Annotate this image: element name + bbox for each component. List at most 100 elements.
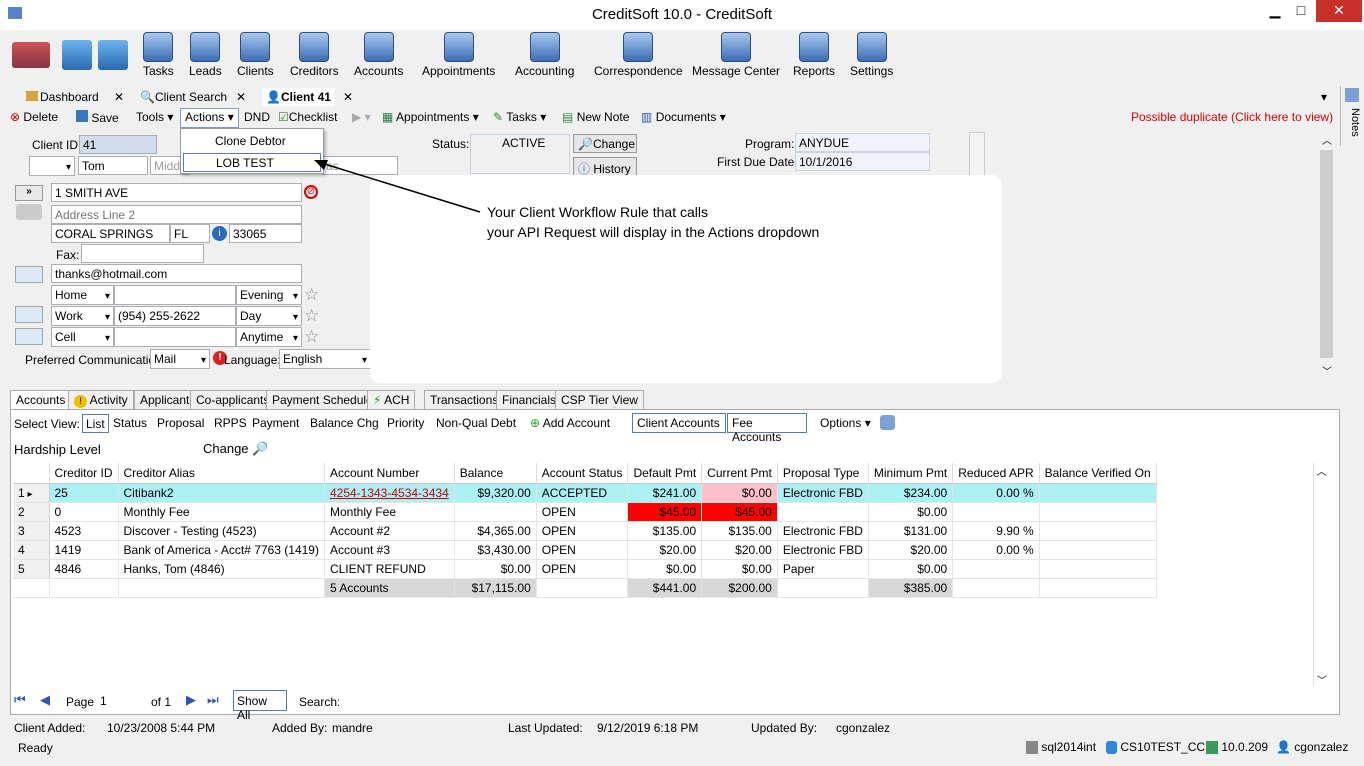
grid-corner-icon[interactable] [13, 463, 50, 484]
state-field[interactable] [170, 224, 210, 243]
email-field[interactable] [51, 264, 302, 283]
ribbon-appointments-button[interactable]: Appointments [422, 32, 495, 78]
grid-scrollbar[interactable]: ︿ ﹀ [1313, 463, 1329, 687]
scroll-up-icon[interactable]: ︿ [1319, 132, 1335, 147]
city-field[interactable] [51, 224, 170, 243]
tab-client-41[interactable]: 👤Client 41 [262, 88, 335, 106]
view-list[interactable]: List [82, 414, 109, 433]
new-note-button[interactable]: ▤ New Note [562, 110, 629, 124]
history-button[interactable]: ⓘ History [573, 157, 637, 176]
tab-financials[interactable]: Financials [496, 390, 563, 410]
prev-page-icon[interactable]: ◀ [40, 692, 50, 708]
phone-number-field[interactable] [114, 327, 236, 347]
tab-activity[interactable]: ! Activity [68, 390, 134, 410]
phone-book-icon[interactable] [15, 328, 43, 345]
view-payment[interactable]: Payment [249, 414, 302, 433]
view-balance-chg[interactable]: Balance Chg [307, 414, 382, 433]
refresh-icon[interactable] [880, 415, 895, 430]
view-status[interactable]: Status [110, 414, 150, 433]
contact-time-select[interactable]: Day ▾ [236, 306, 302, 326]
phone-type-select[interactable]: Home ▾ [51, 285, 114, 305]
tab-co-applicants[interactable]: Co-applicants [190, 390, 276, 410]
grid-cell[interactable]: 4254-1343-4534-3434 [324, 483, 455, 503]
close-tab-client-search-icon[interactable]: ✕ [236, 88, 246, 106]
scroll-thumb[interactable] [1320, 150, 1333, 358]
column-header[interactable]: Account Number [324, 463, 455, 484]
client-id-field[interactable] [79, 135, 157, 154]
page-field[interactable] [97, 691, 145, 710]
close-tab-client-41-icon[interactable]: ✕ [343, 88, 353, 106]
minimize-button[interactable]: ▁ [1262, 0, 1288, 22]
scroll-down-icon[interactable]: ﹀ [1314, 672, 1330, 687]
tabs-overflow-icon[interactable]: ▾ [1321, 88, 1327, 106]
add-account-button[interactable]: ⊕ Add Account [530, 414, 624, 432]
appointments-button[interactable]: ▦ Appointments ▾ [382, 110, 479, 124]
column-header[interactable]: Proposal Type [777, 463, 869, 484]
tab-csp-tier-view[interactable]: CSP Tier View [555, 390, 644, 410]
tools-button[interactable]: Tools ▾ [136, 110, 173, 124]
first-due-field[interactable] [795, 152, 930, 171]
table-row[interactable]: 5 4846 Hanks, Tom (4846) CLIENT REFUND $0.00… [13, 559, 1157, 579]
tab-ach[interactable]: ⚡ ACH [367, 390, 416, 410]
email-icon[interactable] [15, 266, 43, 283]
tab-dashboard[interactable]: Dashboard [26, 88, 99, 106]
possible-duplicate-link[interactable]: Possible duplicate (Click here to view) [1131, 110, 1333, 124]
tab-client-search[interactable]: 🔍Client Search [140, 88, 227, 106]
tasks-button[interactable]: ✎ Tasks ▾ [493, 110, 546, 124]
ribbon-tasks-button[interactable]: Tasks [143, 32, 174, 78]
close-button[interactable]: ✕ [1316, 0, 1362, 22]
actions-button[interactable]: Actions ▾ [180, 108, 239, 128]
star-icon[interactable]: ☆ [304, 328, 319, 345]
fee-accounts-button[interactable]: Fee Accounts [727, 413, 807, 444]
info-icon[interactable]: i [212, 226, 227, 241]
ribbon-correspondence-button[interactable]: Correspondence [594, 32, 683, 78]
ribbon-clients-button[interactable]: Clients [237, 32, 274, 78]
phone-type-select[interactable]: Work ▾ [51, 306, 114, 326]
notes-side-tab[interactable]: Notes [1340, 86, 1364, 146]
ribbon-reports-button[interactable]: Reports [793, 32, 835, 78]
address2-field[interactable] [51, 205, 302, 224]
app-menu-icon[interactable] [12, 42, 50, 68]
star-icon[interactable]: ☆ [304, 307, 319, 324]
view-rpps[interactable]: RPPS [211, 414, 250, 433]
column-header[interactable]: Creditor ID [49, 463, 119, 484]
tab-applicant[interactable]: Applicant [134, 390, 196, 410]
ribbon-creditors-button[interactable]: Creditors [290, 32, 339, 78]
scroll-up-icon[interactable]: ︿ [1314, 463, 1329, 478]
view-proposal[interactable]: Proposal [154, 414, 207, 433]
column-header[interactable]: Account Status [536, 463, 629, 484]
options-button[interactable]: Options ▾ [820, 416, 871, 430]
close-tab-dashboard-icon[interactable]: ✕ [114, 88, 124, 106]
ribbon-accounting-button[interactable]: Accounting [515, 32, 574, 78]
last-page-icon[interactable]: ⏭ [207, 692, 219, 708]
column-header[interactable]: Default Pmt [627, 463, 703, 484]
contact-time-select[interactable]: Anytime ▾ [236, 327, 302, 347]
table-row[interactable]: 3 4523 Discover - Testing (4523) Account #2… [13, 521, 1157, 541]
ribbon-settings-button[interactable]: Settings [850, 32, 893, 78]
first-name-field[interactable] [78, 156, 148, 175]
column-header[interactable]: Current Pmt [701, 463, 778, 484]
column-header[interactable]: Reduced APR [952, 463, 1040, 484]
first-page-icon[interactable]: ⏮ [14, 692, 26, 708]
documents-button[interactable]: ▥ Documents ▾ [641, 110, 726, 124]
save-button[interactable]: Save [76, 110, 119, 125]
language-select[interactable]: English ▾ [279, 349, 371, 369]
phone-icon[interactable] [15, 306, 43, 323]
form-scrollbar[interactable] [969, 132, 985, 176]
hardship-change-button[interactable]: Change 🔎 [203, 441, 268, 457]
expand-address-button[interactable]: » [15, 185, 43, 201]
zip-field[interactable] [229, 224, 302, 243]
star-icon[interactable]: ☆ [304, 286, 319, 303]
view-priority[interactable]: Priority [384, 414, 427, 433]
phone-type-select[interactable]: Cell ▾ [51, 327, 114, 347]
view-non-qual-debt[interactable]: Non-Qual Debt [433, 414, 519, 433]
menu-item-clone-debtor[interactable]: Clone Debtor [215, 134, 286, 148]
preferred-communication-select[interactable]: Mail ▾ [150, 349, 210, 369]
column-header[interactable]: Creditor Alias [118, 463, 325, 484]
main-scrollbar[interactable]: ︿ ﹀ [1319, 132, 1335, 378]
ribbon-message-center-button[interactable]: Message Center [692, 32, 780, 78]
next-page-icon[interactable]: ▶ [186, 692, 196, 708]
printer-icon[interactable] [16, 204, 42, 220]
fax-field[interactable] [81, 244, 204, 263]
documents-all-icon[interactable] [98, 40, 128, 70]
